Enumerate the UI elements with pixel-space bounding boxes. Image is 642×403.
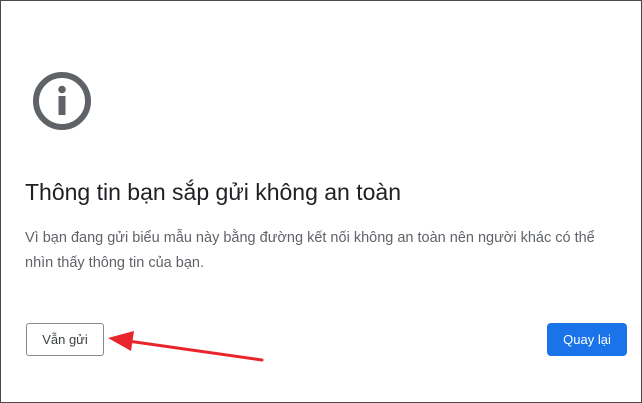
warning-description: Vì bạn đang gửi biểu mẫu này bằng đường … — [25, 230, 595, 271]
insecure-form-warning-page: Thông tin bạn sắp gửi không an toàn Vì b… — [0, 0, 642, 403]
info-circle-icon — [33, 72, 91, 130]
send-anyway-button[interactable]: Vẫn gửi — [26, 323, 104, 356]
go-back-button[interactable]: Quay lại — [547, 323, 627, 356]
page-title: Thông tin bạn sắp gửi không an toàn — [25, 179, 402, 205]
